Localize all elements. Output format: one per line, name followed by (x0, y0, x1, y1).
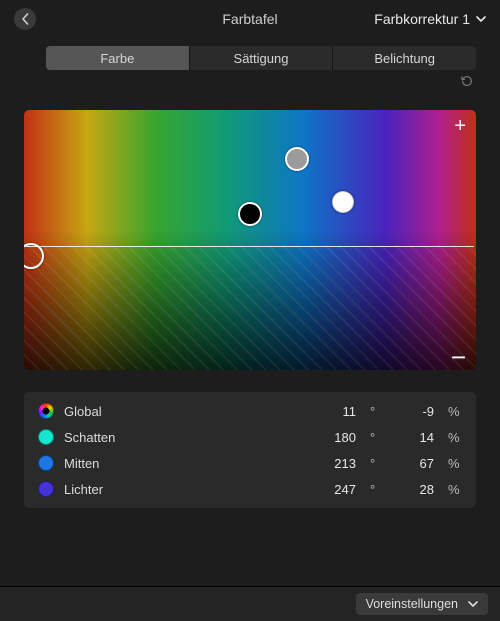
reset-icon[interactable] (460, 74, 474, 88)
back-button[interactable] (14, 8, 36, 30)
color-board[interactable]: + − (24, 110, 476, 370)
param-row-shadows: Schatten 180 ° 14 % (24, 424, 476, 450)
reset-row (0, 70, 500, 94)
param-label: Global (64, 404, 300, 419)
pct-value[interactable]: 28 (394, 482, 434, 497)
param-label: Schatten (64, 430, 300, 445)
presets-label: Voreinstellungen (366, 597, 458, 611)
chevron-left-icon (21, 13, 29, 25)
hue-value[interactable]: 213 (310, 456, 356, 471)
zoom-in-button[interactable]: + (454, 116, 466, 136)
board-hatching (24, 245, 476, 370)
swatch-shadows[interactable] (38, 429, 54, 445)
param-row-global: Global 11 ° -9 % (24, 398, 476, 424)
board-midline (26, 246, 474, 247)
correction-selector-label: Farbkorrektur 1 (374, 11, 470, 27)
puck-shadows[interactable] (238, 202, 262, 226)
zoom-out-button[interactable]: − (451, 350, 466, 364)
correction-selector[interactable]: Farbkorrektur 1 (374, 11, 486, 27)
inspector-header: Farbtafel Farbkorrektur 1 (0, 0, 500, 38)
chevron-down-icon (468, 599, 478, 609)
puck-global[interactable] (24, 243, 44, 269)
swatch-mids[interactable] (38, 455, 54, 471)
pct-value[interactable]: 14 (394, 430, 434, 445)
param-label: Mitten (64, 456, 300, 471)
percent-unit: % (444, 404, 462, 419)
pct-value[interactable]: -9 (394, 404, 434, 419)
degree-unit: ° (366, 430, 384, 445)
chevron-down-icon (476, 14, 486, 24)
footer-bar: Voreinstellungen (0, 586, 500, 621)
puck-midtones[interactable] (285, 147, 309, 171)
percent-unit: % (444, 456, 462, 471)
swatch-highs[interactable] (38, 481, 54, 497)
tab-saturation[interactable]: Sättigung (190, 46, 334, 70)
param-row-mids: Mitten 213 ° 67 % (24, 450, 476, 476)
hue-value[interactable]: 11 (310, 404, 356, 419)
param-label: Lichter (64, 482, 300, 497)
percent-unit: % (444, 430, 462, 445)
presets-dropdown[interactable]: Voreinstellungen (356, 593, 488, 615)
tab-color[interactable]: Farbe (46, 46, 190, 70)
mode-tabs: Farbe Sättigung Belichtung (46, 46, 476, 70)
hue-value[interactable]: 180 (310, 430, 356, 445)
degree-unit: ° (366, 482, 384, 497)
pct-value[interactable]: 67 (394, 456, 434, 471)
tab-exposure[interactable]: Belichtung (333, 46, 476, 70)
degree-unit: ° (366, 456, 384, 471)
parameter-list: Global 11 ° -9 % Schatten 180 ° 14 % Mit… (24, 392, 476, 508)
degree-unit: ° (366, 404, 384, 419)
puck-highlights[interactable] (332, 191, 354, 213)
swatch-global[interactable] (38, 403, 54, 419)
color-board-container: + − (24, 110, 476, 370)
percent-unit: % (444, 482, 462, 497)
hue-value[interactable]: 247 (310, 482, 356, 497)
param-row-highs: Lichter 247 ° 28 % (24, 476, 476, 502)
